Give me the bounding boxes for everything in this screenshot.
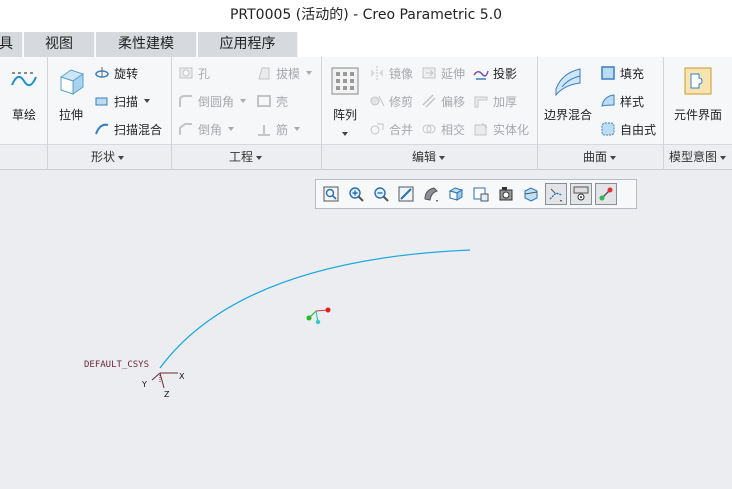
csys-axis-z-label: Z: [164, 390, 170, 399]
sketch-curve[interactable]: [159, 249, 471, 369]
display-style-icon[interactable]: [420, 183, 442, 205]
refit-icon[interactable]: [320, 183, 342, 205]
spin-center-display-icon[interactable]: [570, 183, 592, 205]
csys-axis-x-label: X: [179, 372, 185, 381]
annotation-display-icon[interactable]: [595, 183, 617, 205]
spin-center-icon: [306, 307, 331, 325]
csys-label: DEFAULT_CSYS: [84, 360, 149, 370]
perspective-icon[interactable]: [495, 183, 517, 205]
csys-axis-y-label: Y: [141, 380, 147, 389]
saved-orientations-icon[interactable]: [445, 183, 467, 205]
section-icon[interactable]: [520, 183, 542, 205]
model-scene: DEFAULT_CSYS X Y Z: [84, 249, 471, 399]
zoom-in-icon[interactable]: [345, 183, 367, 205]
zoom-out-icon[interactable]: [370, 183, 392, 205]
csys-triad-icon: [151, 372, 178, 389]
datum-display-icon[interactable]: [545, 183, 567, 205]
graphics-toolbar: [315, 179, 637, 209]
view-manager-icon[interactable]: [470, 183, 492, 205]
repaint-icon[interactable]: [395, 183, 417, 205]
